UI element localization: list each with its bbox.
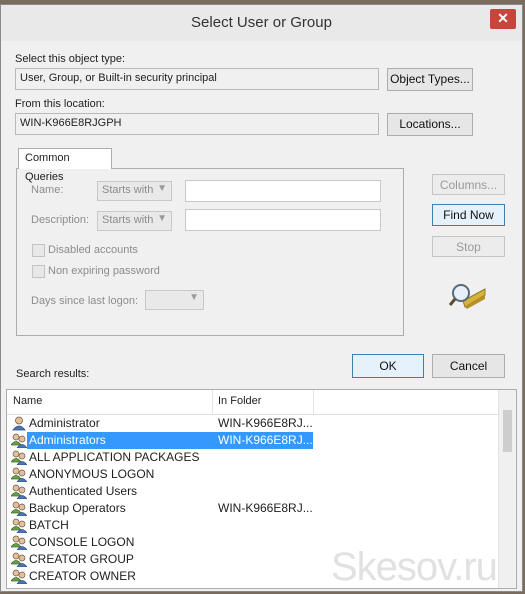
user-icon [11,416,27,431]
close-button[interactable]: ✕ [490,9,516,29]
name-match-value: Starts with [102,184,154,196]
table-row[interactable]: Administrator WIN-K966E8RJ... [7,415,499,432]
scrollbar-thumb[interactable] [503,410,512,452]
column-divider[interactable] [313,390,314,414]
column-header-in-folder[interactable]: In Folder [218,395,261,407]
table-row[interactable]: Backup Operators WIN-K966E8RJ... [7,500,499,517]
group-icon [10,535,28,551]
group-icon [10,450,28,466]
chevron-down-icon: ▼ [189,292,199,303]
non-expiring-password-checkbox[interactable] [32,265,45,278]
table-row[interactable]: ALL APPLICATION PACKAGES [7,449,499,466]
description-match-value: Starts with [102,214,154,226]
object-type-field: User, Group, or Built-in security princi… [15,68,379,90]
column-header-name[interactable]: Name [13,395,42,407]
columns-button[interactable]: Columns... [432,174,505,195]
row-name: ALL APPLICATION PACKAGES [29,450,200,464]
row-name: CREATOR OWNER [29,569,136,583]
group-icon [10,433,28,449]
select-user-or-group-dialog: Select User or Group ✕ Select this objec… [0,4,523,592]
table-row[interactable]: BATCH [7,517,499,534]
location-field: WIN-K966E8RJGPH [15,113,379,135]
days-since-logon-combo[interactable]: ▼ [145,290,204,310]
row-name: ANONYMOUS LOGON [29,467,155,481]
locations-button[interactable]: Locations... [387,113,473,136]
tab-common-queries[interactable]: Common Queries [18,148,112,183]
chevron-down-icon: ▼ [157,183,167,194]
description-label: Description: [31,214,90,226]
search-results-label: Search results: [16,368,90,380]
find-now-button[interactable]: Find Now [432,204,505,226]
row-folder: WIN-K966E8RJ... [218,416,313,430]
object-types-button[interactable]: Object Types... [387,68,473,91]
group-icon [10,484,28,500]
row-name: Administrators [29,433,106,447]
non-expiring-password-label: Non expiring password [48,265,160,277]
group-icon [10,501,28,517]
stop-button[interactable]: Stop [432,236,505,257]
dialog-title: Select User or Group [191,14,332,31]
table-row[interactable]: Administrators WIN-K966E8RJ... [7,432,499,449]
name-input[interactable] [185,180,381,202]
results-scrollbar[interactable] [498,390,516,588]
disabled-accounts-checkbox[interactable] [32,244,45,257]
row-name: CONSOLE LOGON [29,535,135,549]
description-match-combo[interactable]: Starts with ▼ [97,211,172,231]
column-divider[interactable] [212,390,213,414]
row-folder: WIN-K966E8RJ... [218,501,313,515]
group-icon [10,467,28,483]
row-name: CREATOR GROUP [29,552,134,566]
name-match-combo[interactable]: Starts with ▼ [97,181,172,201]
disabled-accounts-label: Disabled accounts [48,244,138,256]
row-folder: WIN-K966E8RJ... [218,433,313,447]
chevron-down-icon: ▼ [157,213,167,224]
row-name: Administrator [29,416,100,430]
group-icon [10,569,28,585]
table-row[interactable]: ANONYMOUS LOGON [7,466,499,483]
days-since-logon-label: Days since last logon: [31,295,138,307]
title-bar: Select User or Group ✕ [1,5,522,41]
cancel-button[interactable]: Cancel [432,354,505,378]
group-icon [10,518,28,534]
description-input[interactable] [185,209,381,231]
watermark: Skesov.ru [331,545,498,589]
search-icon [449,284,486,309]
location-label: From this location: [15,98,105,110]
table-row[interactable]: Authenticated Users [7,483,499,500]
row-name: Backup Operators [29,501,126,515]
results-header: Name In Folder [7,390,499,415]
ok-button[interactable]: OK [352,354,424,378]
row-name: BATCH [29,518,69,532]
group-icon [10,552,28,568]
row-name: Authenticated Users [29,484,138,498]
common-queries-panel: Name: Starts with ▼ Description: Starts … [16,168,404,336]
object-type-label: Select this object type: [15,53,126,65]
